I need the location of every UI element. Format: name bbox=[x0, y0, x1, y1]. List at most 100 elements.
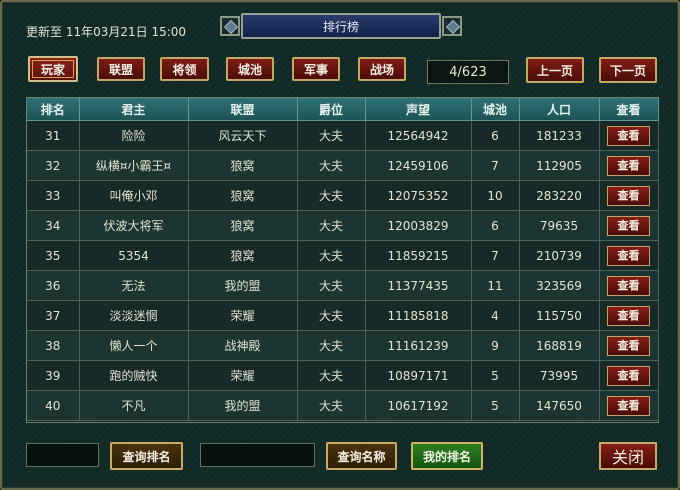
lord-cell: 纵横¤小霸王¤ bbox=[79, 150, 189, 181]
tab-battlefield[interactable]: 战场 bbox=[358, 57, 406, 81]
window-title: 排行榜 bbox=[322, 19, 359, 34]
col-header-population: 人口 bbox=[519, 98, 600, 121]
cities-cell: 4 bbox=[471, 300, 520, 331]
view-button[interactable]: 查看 bbox=[607, 395, 650, 416]
alliance-cell: 战神殿 bbox=[188, 330, 298, 361]
cities-cell: 6 bbox=[471, 210, 520, 241]
title-cell: 大夫 bbox=[297, 360, 366, 391]
view-button[interactable]: 查看 bbox=[607, 365, 650, 386]
view-button[interactable]: 查看 bbox=[607, 125, 650, 146]
alliance-cell: 狼窝 bbox=[188, 180, 298, 211]
alliance-cell: 狼窝 bbox=[188, 210, 298, 241]
col-header-rank: 排名 bbox=[27, 98, 80, 121]
view-cell: 查看 bbox=[599, 240, 659, 271]
rank-search-input[interactable] bbox=[26, 443, 99, 467]
lord-cell: 跑的贼快 bbox=[79, 360, 189, 391]
ranking-window: 更新至 11年03月21日 15:00 排行榜 玩家 联盟 将领 城池 军事 战… bbox=[0, 0, 680, 490]
query-name-button[interactable]: 查询名称 bbox=[326, 442, 397, 470]
col-header-title: 爵位 bbox=[297, 98, 366, 121]
tab-alliances[interactable]: 联盟 bbox=[97, 57, 145, 81]
view-cell: 查看 bbox=[599, 330, 659, 361]
ranking-table: 排名 君主 联盟 爵位 声望 城池 人口 查看 31 险险 风云天下 大夫 12… bbox=[26, 97, 659, 423]
population-cell: 112905 bbox=[519, 150, 600, 181]
view-cell: 查看 bbox=[599, 270, 659, 301]
view-button[interactable]: 查看 bbox=[607, 215, 650, 236]
lord-cell: 险险 bbox=[79, 120, 189, 151]
close-button[interactable]: 关闭 bbox=[599, 442, 657, 470]
title-cell: 大夫 bbox=[297, 270, 366, 301]
cities-cell: 7 bbox=[471, 150, 520, 181]
cities-cell: 5 bbox=[471, 390, 520, 421]
view-cell: 查看 bbox=[599, 300, 659, 331]
population-cell: 147650 bbox=[519, 390, 600, 421]
prestige-cell: 12003829 bbox=[365, 210, 472, 241]
alliance-cell: 风云天下 bbox=[188, 120, 298, 151]
cities-cell: 7 bbox=[471, 240, 520, 271]
rank-cell: 38 bbox=[27, 330, 80, 361]
update-time-label: 更新至 11年03月21日 15:00 bbox=[26, 25, 187, 39]
col-header-lord: 君主 bbox=[79, 98, 189, 121]
table-row: 37 淡淡迷惘 荣耀 大夫 11185818 4 115750 查看 bbox=[27, 300, 659, 331]
view-button[interactable]: 查看 bbox=[607, 185, 650, 206]
title-cell: 大夫 bbox=[297, 300, 366, 331]
col-header-prestige: 声望 bbox=[365, 98, 472, 121]
tab-military[interactable]: 军事 bbox=[292, 57, 340, 81]
table-row: 38 懒人一个 战神殿 大夫 11161239 9 168819 查看 bbox=[27, 330, 659, 361]
title-ornament-right-icon bbox=[442, 16, 462, 36]
tab-players[interactable]: 玩家 bbox=[28, 56, 78, 82]
table-row: 35 5354 狼窝 大夫 11859215 7 210739 查看 bbox=[27, 240, 659, 271]
lord-cell: 无法 bbox=[79, 270, 189, 301]
prestige-cell: 11161239 bbox=[365, 330, 472, 361]
table-row: 40 不凡 我的盟 大夫 10617192 5 147650 查看 bbox=[27, 390, 659, 421]
population-cell: 73995 bbox=[519, 360, 600, 391]
alliance-cell: 荣耀 bbox=[188, 300, 298, 331]
tab-cities[interactable]: 城池 bbox=[226, 57, 274, 81]
table-row: 39 跑的贼快 荣耀 大夫 10897171 5 73995 查看 bbox=[27, 360, 659, 391]
view-button[interactable]: 查看 bbox=[607, 305, 650, 326]
lord-cell: 淡淡迷惘 bbox=[79, 300, 189, 331]
lord-cell: 叫俺小邓 bbox=[79, 180, 189, 211]
next-page-button[interactable]: 下一页 bbox=[599, 57, 657, 83]
lord-cell: 懒人一个 bbox=[79, 330, 189, 361]
rank-cell: 36 bbox=[27, 270, 80, 301]
alliance-cell: 荣耀 bbox=[188, 360, 298, 391]
prestige-cell: 10897171 bbox=[365, 360, 472, 391]
col-header-view: 查看 bbox=[599, 98, 659, 121]
view-button[interactable]: 查看 bbox=[607, 245, 650, 266]
lord-cell: 5354 bbox=[79, 240, 189, 271]
prestige-cell: 11185818 bbox=[365, 300, 472, 331]
population-cell: 323569 bbox=[519, 270, 600, 301]
view-cell: 查看 bbox=[599, 390, 659, 421]
name-search-input[interactable] bbox=[200, 443, 315, 467]
table-row: 33 叫俺小邓 狼窝 大夫 12075352 10 283220 查看 bbox=[27, 180, 659, 211]
cities-cell: 10 bbox=[471, 180, 520, 211]
prestige-cell: 10617192 bbox=[365, 390, 472, 421]
tab-generals[interactable]: 将领 bbox=[160, 57, 209, 81]
view-cell: 查看 bbox=[599, 120, 659, 151]
title-cell: 大夫 bbox=[297, 240, 366, 271]
view-button[interactable]: 查看 bbox=[607, 335, 650, 356]
title-bar: 排行榜 bbox=[220, 13, 462, 39]
rank-cell: 39 bbox=[27, 360, 80, 391]
population-cell: 210739 bbox=[519, 240, 600, 271]
title-ornament-left-icon bbox=[220, 16, 240, 36]
my-rank-button[interactable]: 我的排名 bbox=[411, 442, 483, 470]
population-cell: 115750 bbox=[519, 300, 600, 331]
query-rank-button[interactable]: 查询排名 bbox=[110, 442, 183, 470]
view-cell: 查看 bbox=[599, 360, 659, 391]
rank-cell: 35 bbox=[27, 240, 80, 271]
view-button[interactable]: 查看 bbox=[607, 275, 650, 296]
rank-cell: 34 bbox=[27, 210, 80, 241]
prestige-cell: 11377435 bbox=[365, 270, 472, 301]
alliance-cell: 狼窝 bbox=[188, 150, 298, 181]
cities-cell: 6 bbox=[471, 120, 520, 151]
title-cell: 大夫 bbox=[297, 180, 366, 211]
title-cell: 大夫 bbox=[297, 330, 366, 361]
prev-page-button[interactable]: 上一页 bbox=[526, 57, 584, 83]
view-button[interactable]: 查看 bbox=[607, 155, 650, 176]
title-cell: 大夫 bbox=[297, 210, 366, 241]
rank-cell: 33 bbox=[27, 180, 80, 211]
col-header-alliance: 联盟 bbox=[188, 98, 298, 121]
table-header-row: 排名 君主 联盟 爵位 声望 城池 人口 查看 bbox=[27, 98, 659, 121]
table-row: 34 伏波大将军 狼窝 大夫 12003829 6 79635 查看 bbox=[27, 210, 659, 241]
